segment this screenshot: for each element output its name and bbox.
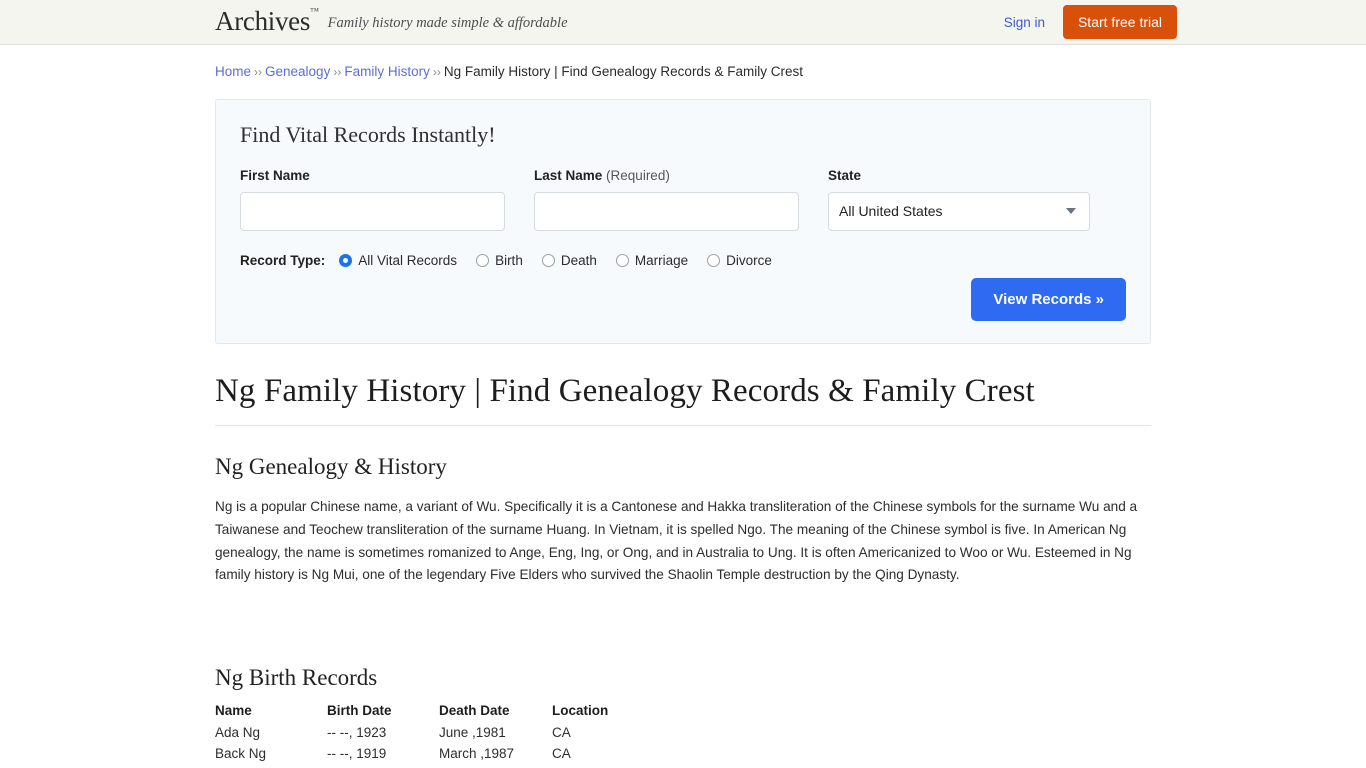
record-type-option-marriage[interactable]: Marriage bbox=[615, 252, 689, 268]
last-name-label-text: Last Name bbox=[534, 167, 603, 183]
site-header: Archives™ Family history made simple & a… bbox=[0, 0, 1366, 45]
birth-records-table: Name Birth Date Death Date Location Ada … bbox=[215, 703, 642, 768]
record-type-option-label: Birth bbox=[495, 252, 523, 268]
column-header-name: Name bbox=[215, 702, 252, 718]
last-name-field-group: Last Name (Required) bbox=[534, 168, 799, 231]
breadcrumb-item-genealogy[interactable]: Genealogy bbox=[265, 64, 330, 79]
radio-icon[interactable] bbox=[476, 253, 490, 267]
last-name-required-note: (Required) bbox=[606, 167, 670, 183]
breadcrumb: Home ›› Genealogy ›› Family History ›› Ng Fami… bbox=[215, 45, 1151, 88]
table-row: Ada Ng -- --, 1923 June ,1981 CA bbox=[215, 725, 642, 746]
state-label: State bbox=[828, 167, 862, 183]
trademark-icon: ™ bbox=[310, 5, 319, 16]
submit-wrap: View Records » bbox=[971, 277, 1126, 321]
cell-name: Ada Ng bbox=[215, 724, 261, 740]
birth-records-title: Ng Birth Records bbox=[215, 664, 378, 690]
record-type-row: Record Type: All Vital Records Birth Dea… bbox=[240, 253, 1126, 268]
last-name-input[interactable] bbox=[534, 191, 799, 231]
record-type-option-label: Death bbox=[560, 252, 597, 268]
cell-birth-date: -- --, 1919 bbox=[327, 745, 387, 761]
cell-birth-date: -- --, 1923 bbox=[327, 724, 387, 740]
view-records-button[interactable]: View Records » bbox=[971, 277, 1126, 321]
record-type-option-divorce[interactable]: Divorce bbox=[707, 253, 772, 268]
first-name-input[interactable] bbox=[240, 191, 505, 231]
cell-death-date: June ,1981 bbox=[439, 724, 506, 740]
breadcrumb-separator-icon: ›› bbox=[333, 65, 342, 79]
breadcrumb-separator-icon: ›› bbox=[432, 65, 441, 79]
column-header-birth-date: Birth Date bbox=[327, 702, 392, 718]
record-type-option-death[interactable]: Death bbox=[541, 252, 597, 268]
table-row: Back Ng -- --, 1919 March ,1987 CA bbox=[215, 746, 642, 767]
cell-name: Back Ng bbox=[215, 745, 267, 761]
sign-in-link[interactable]: Sign in bbox=[1004, 15, 1045, 30]
page-title: Ng Family History | Find Genealogy Recor… bbox=[215, 372, 1151, 427]
page-container: Home ›› Genealogy ›› Family History ›› Ng Fami… bbox=[215, 45, 1151, 768]
record-type-option-birth[interactable]: Birth bbox=[476, 253, 523, 268]
state-select-value: All United States bbox=[839, 203, 943, 220]
breadcrumb-item-family-history[interactable]: Family History bbox=[344, 64, 430, 79]
column-header-death-date: Death Date bbox=[439, 702, 510, 718]
genealogy-section-paragraph: Ng is a popular Chinese name, a variant … bbox=[215, 499, 1138, 583]
table-header-row: Name Birth Date Death Date Location bbox=[215, 703, 642, 725]
site-logo[interactable]: Archives™ bbox=[215, 5, 319, 36]
birth-records-table-head: Name Birth Date Death Date Location bbox=[215, 703, 642, 725]
radio-icon-selected[interactable] bbox=[339, 253, 353, 267]
first-name-field-group: First Name bbox=[240, 168, 505, 231]
cell-death-date: March ,1987 bbox=[439, 745, 515, 761]
header-inner: Archives™ Family history made simple & a… bbox=[215, 0, 1177, 44]
radio-icon[interactable] bbox=[541, 253, 555, 267]
record-type-option-label: Marriage bbox=[634, 252, 689, 268]
radio-icon[interactable] bbox=[615, 253, 629, 267]
site-logo-text: Archives bbox=[215, 5, 311, 36]
site-tagline: Family history made simple & affordable bbox=[327, 14, 568, 31]
breadcrumb-item-home[interactable]: Home bbox=[215, 64, 251, 79]
record-type-label: Record Type: bbox=[240, 252, 326, 268]
last-name-label: Last Name (Required) bbox=[534, 168, 799, 183]
record-type-option-label: All Vital Records bbox=[358, 252, 458, 268]
record-type-option-all-vital-records[interactable]: All Vital Records bbox=[339, 253, 457, 268]
search-panel-title: Find Vital Records Instantly! bbox=[240, 121, 496, 147]
header-actions: Sign in Start free trial bbox=[1004, 0, 1177, 44]
state-field-group: State All United States bbox=[828, 168, 1090, 231]
breadcrumb-item-current: Ng Family History | Find Genealogy Recor… bbox=[443, 64, 803, 79]
state-select-wrap: All United States bbox=[828, 191, 1090, 231]
genealogy-section-title: Ng Genealogy & History bbox=[215, 454, 447, 480]
cell-location: CA bbox=[552, 724, 571, 740]
breadcrumb-separator-icon: ›› bbox=[254, 65, 263, 79]
birth-records-table-body: Ada Ng -- --, 1923 June ,1981 CA Back Ng… bbox=[215, 725, 642, 768]
state-select[interactable]: All United States bbox=[828, 191, 1090, 231]
cell-location: CA bbox=[552, 745, 571, 761]
start-free-trial-button[interactable]: Start free trial bbox=[1062, 5, 1177, 39]
search-fields-row: First Name Last Name (Required) State Al… bbox=[240, 168, 1126, 231]
first-name-label: First Name bbox=[240, 167, 310, 183]
record-type-option-label: Divorce bbox=[726, 252, 772, 268]
column-header-location: Location bbox=[552, 702, 609, 718]
vital-records-search-panel: Find Vital Records Instantly! First Name… bbox=[215, 98, 1151, 344]
radio-icon[interactable] bbox=[707, 253, 721, 267]
